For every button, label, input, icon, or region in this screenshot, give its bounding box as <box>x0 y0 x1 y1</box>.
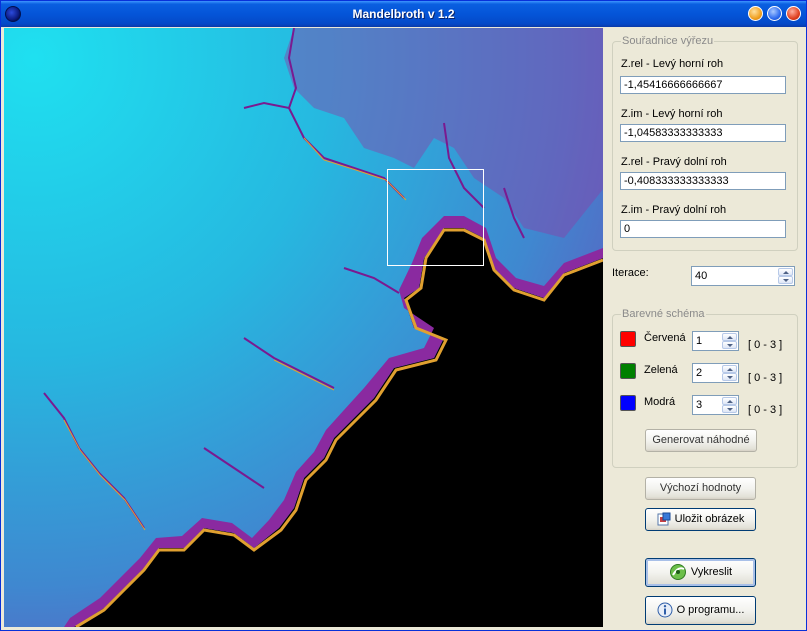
green-spinner[interactable]: 2 <box>692 363 739 383</box>
blue-down-arrow[interactable] <box>722 405 737 413</box>
about-label: O programu... <box>676 604 745 616</box>
red-spinner[interactable]: 1 <box>692 331 739 351</box>
green-range: [ 0 - 3 ] <box>748 372 783 384</box>
blue-label: Modrá <box>644 396 676 408</box>
title-bar[interactable]: Mandelbroth v 1.2 <box>1 1 806 27</box>
blue-spinner[interactable]: 3 <box>692 395 739 415</box>
draw-label: Vykreslit <box>690 566 733 578</box>
fractal-canvas[interactable] <box>4 28 603 627</box>
red-value: 1 <box>696 335 703 347</box>
draw-button[interactable]: Vykreslit <box>645 558 756 587</box>
minimize-button[interactable] <box>748 6 763 21</box>
red-label: Červená <box>644 332 686 344</box>
zrel-bottom-right-input[interactable]: -0,408333333333333 <box>620 172 786 190</box>
defaults-button[interactable]: Výchozí hodnoty <box>645 477 756 500</box>
save-image-button[interactable]: Uložit obrázek <box>645 508 756 531</box>
main-window: Mandelbroth v 1.2 Souřadnice výřezu Z.re… <box>0 0 807 631</box>
info-icon <box>657 602 673 618</box>
viewport-coordinates-group: Souřadnice výřezu Z.rel - Levý horní roh… <box>612 35 798 251</box>
zim-bottom-right-label: Z.im - Pravý dolní roh <box>621 204 727 216</box>
zim-top-left-input[interactable]: -1,04583333333333 <box>620 124 786 142</box>
red-swatch <box>620 331 636 347</box>
green-label: Zelená <box>644 364 678 376</box>
green-down-arrow[interactable] <box>722 373 737 381</box>
zoom-selection-rectangle[interactable] <box>387 169 484 266</box>
color-scheme-title: Barevné schéma <box>621 308 706 320</box>
iterations-label: Iterace: <box>612 267 649 279</box>
zim-top-left-label: Z.im - Levý horní roh <box>621 108 723 120</box>
blue-up-arrow[interactable] <box>722 397 737 405</box>
red-range: [ 0 - 3 ] <box>748 339 783 351</box>
render-icon <box>669 564 686 581</box>
red-down-arrow[interactable] <box>722 341 737 349</box>
iterations-up-arrow[interactable] <box>778 268 793 276</box>
close-button[interactable] <box>786 6 801 21</box>
green-value: 2 <box>696 367 703 379</box>
generate-random-button[interactable]: Generovat náhodné <box>645 429 757 452</box>
zrel-top-left-input[interactable]: -1,45416666666667 <box>620 76 786 94</box>
save-image-icon <box>657 512 671 526</box>
iterations-spinner[interactable]: 40 <box>691 266 795 286</box>
about-button[interactable]: O programu... <box>645 596 756 625</box>
fractal-image <box>4 28 603 627</box>
zim-bottom-right-input[interactable]: 0 <box>620 220 786 238</box>
iterations-value: 40 <box>695 270 708 282</box>
red-up-arrow[interactable] <box>722 333 737 341</box>
green-swatch <box>620 363 636 379</box>
blue-range: [ 0 - 3 ] <box>748 404 783 416</box>
window-title: Mandelbroth v 1.2 <box>352 7 455 21</box>
color-scheme-group: Barevné schéma Červená 1 [ 0 - 3 ] Zelen… <box>612 308 798 468</box>
zrel-bottom-right-label: Z.rel - Pravý dolní roh <box>621 156 727 168</box>
blue-value: 3 <box>696 399 703 411</box>
green-up-arrow[interactable] <box>722 365 737 373</box>
zrel-top-left-label: Z.rel - Levý horní roh <box>621 58 724 70</box>
save-image-label: Uložit obrázek <box>674 513 745 525</box>
iterations-down-arrow[interactable] <box>778 276 793 284</box>
viewport-coordinates-title: Souřadnice výřezu <box>621 35 715 47</box>
blue-swatch <box>620 395 636 411</box>
maximize-button[interactable] <box>767 6 782 21</box>
